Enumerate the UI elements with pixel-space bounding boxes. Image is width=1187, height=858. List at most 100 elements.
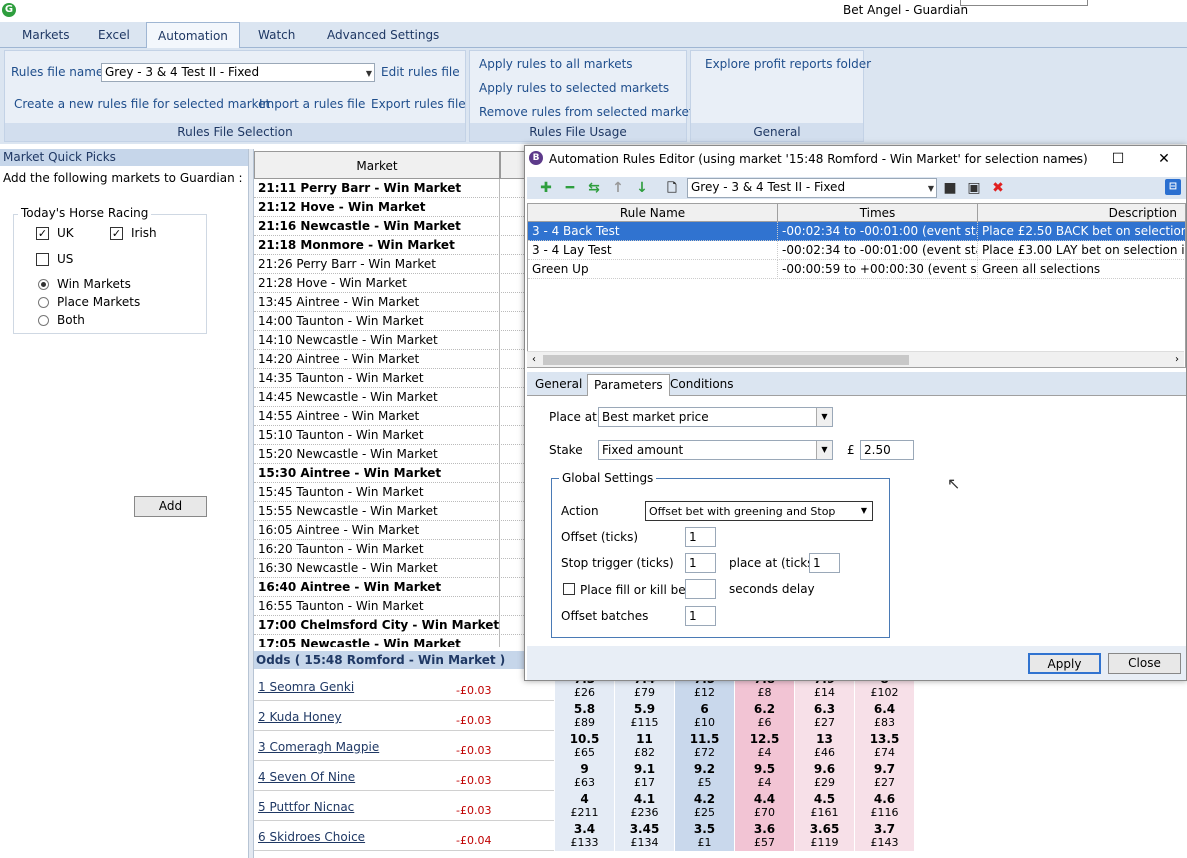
tab-conditions[interactable]: Conditions (664, 374, 740, 396)
uk-checkbox[interactable]: ✓ (36, 227, 49, 240)
lay-price-cell[interactable]: 12.5 £4 (734, 731, 794, 761)
runner-name[interactable]: 4 Seven Of Nine (258, 770, 355, 784)
market-row[interactable]: 14:00 Taunton - Win Market (254, 312, 526, 331)
market-row[interactable]: 16:40 Aintree - Win Market (254, 578, 526, 597)
maximize-icon[interactable]: ☐ (1108, 150, 1128, 168)
dialog-rules-file-select[interactable]: Grey - 3 & 4 Test II - Fixed ▼ (687, 178, 937, 198)
market-column-header-2[interactable] (500, 151, 526, 179)
fill-or-kill-checkbox[interactable] (563, 583, 575, 595)
grid-header-rule-name[interactable]: Rule Name (528, 204, 778, 222)
back-price-cell[interactable]: 9.2 £5 (674, 761, 734, 791)
grid-header-description[interactable]: Description (978, 204, 1185, 222)
save-as-icon[interactable]: ▣ (965, 179, 983, 197)
market-row[interactable]: 17:00 Chelmsford City - Win Market (254, 616, 526, 635)
both-radio[interactable] (38, 315, 49, 326)
market-row[interactable]: 15:45 Taunton - Win Market (254, 483, 526, 502)
apply-rules-all-button[interactable]: Apply rules to all markets (479, 57, 633, 71)
minimize-icon[interactable]: — (1063, 150, 1083, 168)
scroll-left-icon[interactable]: ‹ (527, 352, 541, 368)
back-price-cell[interactable]: 11 £82 (614, 731, 674, 761)
lay-price-cell[interactable]: 3.65 £119 (794, 821, 854, 851)
remove-rule-icon[interactable]: ━ (561, 179, 579, 197)
market-row[interactable]: 15:10 Taunton - Win Market (254, 426, 526, 445)
action-select[interactable]: Offset bet with greening and Stop ▼ (645, 501, 873, 521)
market-row[interactable]: 14:20 Aintree - Win Market (254, 350, 526, 369)
market-row[interactable]: 16:05 Aintree - Win Market (254, 521, 526, 540)
tab-advanced-settings[interactable]: Advanced Settings (316, 22, 450, 48)
market-row[interactable]: 16:30 Newcastle - Win Market (254, 559, 526, 578)
back-price-cell[interactable]: 4.2 £25 (674, 791, 734, 821)
export-rules-file-button[interactable]: Export rules file (371, 97, 466, 111)
edit-rules-file-button[interactable]: Edit rules file (381, 65, 460, 79)
runner-name[interactable]: 6 Skidroes Choice (258, 830, 365, 844)
lay-price-cell[interactable]: 3.6 £57 (734, 821, 794, 851)
branch-rule-icon[interactable]: ⇆ (585, 179, 603, 197)
apply-button[interactable]: Apply (1028, 653, 1101, 674)
move-up-icon[interactable]: ↑ (609, 179, 627, 197)
place-at-select[interactable]: Best market price ▼ (598, 407, 833, 427)
back-price-cell[interactable]: 10.5 £65 (554, 731, 614, 761)
irish-checkbox[interactable]: ✓ (110, 227, 123, 240)
lay-price-cell[interactable]: 4.6 £116 (854, 791, 914, 821)
runner-name[interactable]: 5 Puttfor Nicnac (258, 800, 354, 814)
lay-price-cell[interactable]: 9.6 £29 (794, 761, 854, 791)
create-new-rules-file-button[interactable]: Create a new rules file for selected mar… (14, 97, 270, 111)
market-row[interactable]: 15:20 Newcastle - Win Market (254, 445, 526, 464)
lay-price-cell[interactable]: 6.4 £83 (854, 701, 914, 731)
offset-ticks-input[interactable]: 1 (685, 527, 716, 547)
market-row[interactable]: 15:55 Newcastle - Win Market (254, 502, 526, 521)
pin-icon[interactable]: ⊟ (1165, 179, 1181, 195)
market-row[interactable]: 13:45 Aintree - Win Market (254, 293, 526, 312)
tab-general[interactable]: General (529, 374, 588, 396)
back-price-cell[interactable]: 6 £10 (674, 701, 734, 731)
scrollbar-thumb[interactable] (543, 355, 909, 365)
win-markets-radio[interactable] (38, 279, 49, 290)
market-column-header[interactable]: Market (254, 151, 500, 179)
back-price-cell[interactable]: 11.5 £72 (674, 731, 734, 761)
market-row[interactable]: 21:16 Newcastle - Win Market (254, 217, 526, 236)
tab-watch[interactable]: Watch (247, 22, 306, 48)
runner-name[interactable]: 3 Comeragh Magpie (258, 740, 379, 754)
title-search-box[interactable] (960, 0, 1088, 6)
market-row[interactable]: 21:11 Perry Barr - Win Market (254, 179, 526, 198)
tab-automation[interactable]: Automation (146, 22, 240, 49)
save-icon[interactable]: ■ (941, 179, 959, 197)
lay-price-cell[interactable]: 9.5 £4 (734, 761, 794, 791)
explore-profit-reports-button[interactable]: Explore profit reports folder (705, 57, 871, 71)
back-price-cell[interactable]: 3.45 £134 (614, 821, 674, 851)
market-row[interactable]: 14:55 Aintree - Win Market (254, 407, 526, 426)
market-row[interactable]: 15:30 Aintree - Win Market (254, 464, 526, 483)
close-icon[interactable]: ✕ (1154, 150, 1174, 168)
seconds-delay-input[interactable] (685, 579, 716, 599)
runner-name[interactable]: 2 Kuda Honey (258, 710, 342, 724)
close-button[interactable]: Close (1108, 653, 1181, 674)
back-price-cell[interactable]: 9.1 £17 (614, 761, 674, 791)
market-row[interactable]: 21:12 Hove - Win Market (254, 198, 526, 217)
lay-price-cell[interactable]: 4.4 £70 (734, 791, 794, 821)
tab-excel[interactable]: Excel (87, 22, 141, 48)
stop-trigger-input[interactable]: 1 (685, 553, 716, 573)
tab-parameters[interactable]: Parameters (587, 374, 670, 397)
grid-horizontal-scrollbar[interactable]: ‹ › (527, 351, 1184, 367)
delete-icon[interactable]: ✖ (989, 179, 1007, 197)
lay-price-cell[interactable]: 6.3 £27 (794, 701, 854, 731)
place-at-ticks-input[interactable]: 1 (809, 553, 840, 573)
market-row[interactable]: 16:20 Taunton - Win Market (254, 540, 526, 559)
back-price-cell[interactable]: 4.1 £236 (614, 791, 674, 821)
market-row[interactable]: 16:55 Taunton - Win Market (254, 597, 526, 616)
tab-markets[interactable]: Markets (11, 22, 81, 48)
move-down-icon[interactable]: ↓ (633, 179, 651, 197)
new-file-icon[interactable]: 🗋 (663, 179, 681, 197)
lay-price-cell[interactable]: 4.5 £161 (794, 791, 854, 821)
back-price-cell[interactable]: 9 £63 (554, 761, 614, 791)
stake-select[interactable]: Fixed amount ▼ (598, 440, 833, 460)
lay-price-cell[interactable]: 6.2 £6 (734, 701, 794, 731)
back-price-cell[interactable]: 5.9 £115 (614, 701, 674, 731)
market-row[interactable]: 14:45 Newcastle - Win Market (254, 388, 526, 407)
lay-price-cell[interactable]: 9.7 £27 (854, 761, 914, 791)
stake-amount-input[interactable]: 2.50 (860, 440, 914, 460)
import-rules-file-button[interactable]: Import a rules file (259, 97, 365, 111)
back-price-cell[interactable]: 3.4 £133 (554, 821, 614, 851)
market-row[interactable]: 14:10 Newcastle - Win Market (254, 331, 526, 350)
remove-rules-selected-button[interactable]: Remove rules from selected markets (479, 105, 700, 119)
